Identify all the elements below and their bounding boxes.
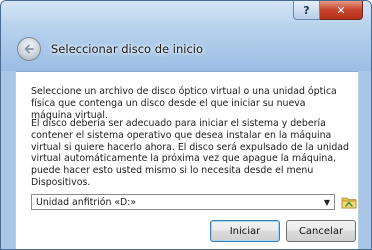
caption-buttons: ? ✕ [293, 1, 363, 21]
dialog-window: ? ✕ Seleccionar disco de inicio Seleccio… [0, 0, 372, 250]
chevron-down-icon: ▼ [323, 197, 330, 207]
wizard-header: Seleccionar disco de inicio [17, 35, 203, 63]
choose-file-button[interactable] [340, 194, 358, 210]
instructions-text: El disco debería ser adecuado para inici… [31, 118, 350, 188]
disk-selector-row: Unidad anfitrión «D:» ▼ [31, 194, 358, 210]
cancel-button[interactable]: Cancelar [286, 220, 356, 242]
help-button[interactable]: ? [293, 1, 320, 20]
folder-icon [341, 197, 357, 209]
disk-dropdown[interactable]: Unidad anfitrión «D:» ▼ [31, 194, 335, 210]
start-button[interactable]: Iniciar [210, 220, 280, 242]
close-button[interactable]: ✕ [320, 1, 363, 20]
dialog-content: Seleccione un archivo de disco óptico vi… [15, 71, 359, 249]
button-bar: Iniciar Cancelar [210, 220, 356, 242]
description-text: Seleccione un archivo de disco óptico vi… [31, 86, 337, 121]
dialog-title: Seleccionar disco de inicio [51, 42, 204, 56]
back-button[interactable] [17, 37, 41, 61]
back-arrow-icon [24, 44, 34, 54]
dropdown-value: Unidad anfitrión «D:» [36, 196, 137, 208]
